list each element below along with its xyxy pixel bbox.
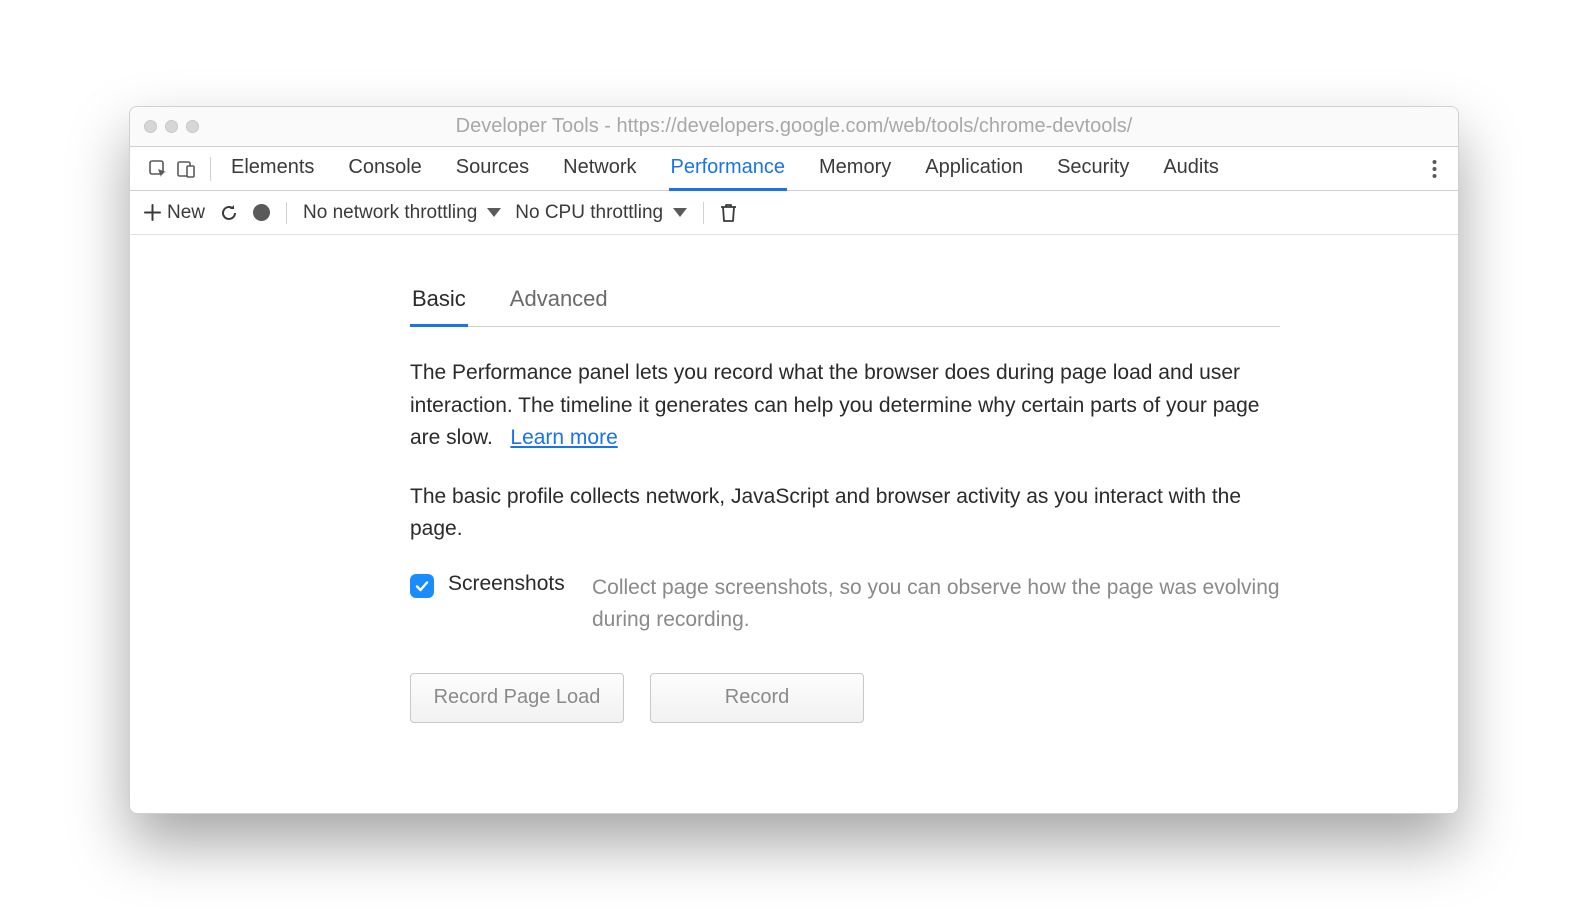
titlebar: Developer Tools - https://developers.goo… — [130, 107, 1458, 147]
new-recording-button[interactable]: New — [144, 202, 205, 224]
subtab-basic[interactable]: Basic — [410, 286, 468, 327]
network-throttling-dropdown[interactable]: No network throttling — [303, 202, 501, 224]
basic-description: The basic profile collects network, Java… — [410, 481, 1280, 546]
plus-icon — [144, 204, 161, 221]
window-title: Developer Tools - https://developers.goo… — [142, 115, 1446, 138]
performance-toolbar: New No network throttling No CPU throttl… — [130, 191, 1458, 235]
screenshots-label: Screenshots — [448, 572, 578, 596]
cpu-throttling-label: No CPU throttling — [515, 202, 663, 224]
inspect-element-icon[interactable] — [144, 155, 172, 183]
main-tabbar: Elements Console Sources Network Perform… — [130, 147, 1458, 191]
more-options-icon[interactable] — [1420, 155, 1448, 183]
chevron-down-icon — [487, 208, 501, 217]
new-label: New — [167, 202, 205, 224]
screenshots-description: Collect page screenshots, so you can obs… — [592, 572, 1280, 637]
cpu-throttling-dropdown[interactable]: No CPU throttling — [515, 202, 687, 224]
record-page-load-button[interactable]: Record Page Load — [410, 673, 624, 723]
delete-button[interactable] — [720, 203, 737, 222]
device-toolbar-icon[interactable] — [172, 155, 200, 183]
tab-performance[interactable]: Performance — [669, 148, 788, 191]
maximize-window-button[interactable] — [186, 120, 199, 133]
check-icon — [414, 578, 430, 594]
tab-sources[interactable]: Sources — [454, 148, 531, 191]
chevron-down-icon — [673, 208, 687, 217]
subtabs: Basic Advanced — [410, 285, 1280, 327]
tab-network[interactable]: Network — [561, 148, 638, 191]
screenshots-option: Screenshots Collect page screenshots, so… — [410, 572, 1280, 637]
record-button[interactable]: Record — [650, 673, 864, 723]
divider — [286, 202, 287, 224]
record-icon[interactable] — [253, 204, 270, 221]
divider — [210, 157, 211, 181]
tabs: Elements Console Sources Network Perform… — [229, 147, 1420, 190]
record-buttons: Record Page Load Record — [410, 673, 1280, 723]
network-throttling-label: No network throttling — [303, 202, 477, 224]
performance-panel: Basic Advanced The Performance panel let… — [130, 235, 1458, 813]
tab-audits[interactable]: Audits — [1161, 148, 1221, 191]
intro-paragraph: The Performance panel lets you record wh… — [410, 357, 1280, 455]
tab-console[interactable]: Console — [346, 148, 423, 191]
divider — [703, 202, 704, 224]
tab-application[interactable]: Application — [923, 148, 1025, 191]
trash-icon — [720, 203, 737, 222]
screenshots-checkbox[interactable] — [410, 574, 434, 598]
reload-button[interactable] — [219, 203, 239, 223]
reload-icon — [219, 203, 239, 223]
tab-memory[interactable]: Memory — [817, 148, 893, 191]
subtab-advanced[interactable]: Advanced — [508, 286, 610, 327]
tab-security[interactable]: Security — [1055, 148, 1131, 191]
devtools-window: Developer Tools - https://developers.goo… — [129, 106, 1459, 814]
traffic-lights — [144, 120, 199, 133]
learn-more-link[interactable]: Learn more — [510, 426, 617, 449]
minimize-window-button[interactable] — [165, 120, 178, 133]
close-window-button[interactable] — [144, 120, 157, 133]
tab-elements[interactable]: Elements — [229, 148, 316, 191]
